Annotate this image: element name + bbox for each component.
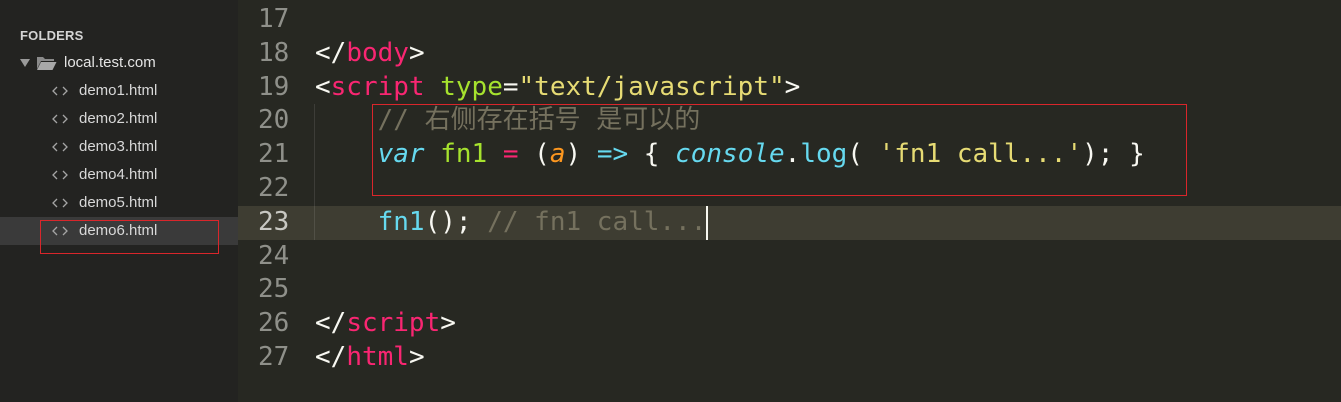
- code-line-25[interactable]: 25: [238, 273, 1341, 307]
- sidebar-folder-row[interactable]: local.test.com: [0, 49, 238, 77]
- code-token: log: [800, 139, 848, 170]
- sidebar-file-demo1-html[interactable]: demo1.html: [0, 77, 238, 105]
- sidebar: FOLDERS local.test.com demo1.html demo2.h…: [0, 0, 238, 402]
- sidebar-file-label: demo6.html: [79, 222, 158, 239]
- code-text[interactable]: var fn1 = (a) => { console.log( 'fn1 cal…: [315, 138, 1145, 172]
- file-code-icon: [52, 86, 68, 96]
- code-token: =: [502, 71, 519, 102]
- sidebar-file-label: demo2.html: [79, 110, 158, 127]
- triangle-down-icon[interactable]: [20, 59, 30, 67]
- sidebar-file-label: demo1.html: [79, 82, 158, 99]
- code-token: // fn1 call...: [487, 206, 707, 237]
- line-number: 27: [258, 341, 290, 372]
- code-line-23[interactable]: 23 fn1(); // fn1 call...: [238, 205, 1341, 240]
- line-number: 17: [258, 4, 290, 34]
- code-token: type: [440, 71, 503, 102]
- code-token: html: [346, 341, 409, 372]
- code-text[interactable]: // 右侧存在括号 是可以的: [315, 104, 701, 138]
- code-line-24[interactable]: 24: [238, 240, 1341, 274]
- sidebar-file-demo5-html[interactable]: demo5.html: [0, 189, 238, 217]
- file-code-icon: [52, 198, 68, 208]
- line-number: 20: [258, 105, 290, 136]
- code-token: >: [408, 37, 425, 68]
- code-line-26[interactable]: 26 </script>: [238, 307, 1341, 341]
- code-line-20[interactable]: 20 // 右侧存在括号 是可以的: [238, 104, 1341, 138]
- code-token: var: [377, 139, 425, 170]
- code-token: console: [675, 139, 785, 170]
- code-token: >: [408, 341, 425, 372]
- sidebar-file-label: demo3.html: [79, 138, 158, 155]
- code-line-21[interactable]: 21 var fn1 = (a) => { console.log( 'fn1 …: [238, 138, 1341, 172]
- code-token: .: [784, 139, 801, 170]
- line-number: 18: [258, 37, 290, 68]
- code-line-22[interactable]: 22: [238, 172, 1341, 206]
- code-text[interactable]: </html>: [315, 341, 425, 375]
- line-number: 21: [258, 139, 290, 170]
- sidebar-file-label: demo5.html: [79, 194, 158, 211]
- code-line-17[interactable]: 17: [238, 3, 1341, 37]
- line-number: 19: [258, 71, 290, 102]
- indent-guide: [314, 104, 315, 240]
- code-token: {: [628, 139, 676, 170]
- code-token: // 右侧存在括号 是可以的: [377, 105, 701, 136]
- code-token: fn1: [377, 206, 425, 237]
- sidebar-file-demo6-html[interactable]: demo6.html: [0, 217, 238, 245]
- code-token: =: [502, 139, 519, 170]
- code-token: </: [315, 308, 347, 339]
- sidebar-file-demo2-html[interactable]: demo2.html: [0, 105, 238, 133]
- code-token: 'fn1 call...': [878, 139, 1083, 170]
- sidebar-file-demo4-html[interactable]: demo4.html: [0, 161, 238, 189]
- code-text[interactable]: <script type="text/javascript">: [315, 71, 800, 105]
- file-code-icon: [52, 142, 68, 152]
- code-lines: 17 18 </body> 19 <script type="text/javascri…: [238, 3, 1341, 375]
- file-code-icon: [52, 170, 68, 180]
- code-token: >: [440, 308, 456, 339]
- code-token: fn1: [440, 139, 488, 170]
- file-code-icon: [52, 114, 68, 124]
- code-token: (: [518, 139, 550, 170]
- sidebar-file-demo3-html[interactable]: demo3.html: [0, 133, 238, 161]
- sidebar-header: FOLDERS: [20, 28, 84, 43]
- code-token: a: [549, 139, 566, 170]
- code-token: <: [315, 71, 331, 102]
- line-number: 25: [258, 274, 290, 305]
- code-token: "text/javascript": [518, 71, 785, 102]
- code-token: ); }: [1082, 139, 1145, 170]
- folder-open-icon: [37, 57, 57, 70]
- sidebar-folder-label: local.test.com: [64, 54, 156, 71]
- line-number: 26: [258, 308, 290, 339]
- code-token: ();: [424, 206, 472, 237]
- line-number: 23: [258, 206, 290, 237]
- code-text[interactable]: </body>: [315, 37, 425, 71]
- code-token: script: [330, 71, 425, 102]
- code-text[interactable]: fn1(); // fn1 call...: [315, 205, 709, 240]
- code-text[interactable]: </script>: [315, 307, 456, 341]
- line-number: 22: [258, 172, 290, 203]
- code-token: ): [565, 139, 597, 170]
- code-editor[interactable]: 17 18 </body> 19 <script type="text/javascri…: [238, 0, 1341, 402]
- sidebar-file-label: demo4.html: [79, 166, 158, 183]
- code-token: (: [847, 139, 879, 170]
- code-token: script: [346, 308, 441, 339]
- code-token: body: [346, 37, 409, 68]
- sidebar-file-list: demo1.html demo2.html demo3.html demo4.html…: [0, 77, 238, 245]
- text-cursor: [706, 205, 709, 240]
- code-token: >: [784, 71, 801, 102]
- code-line-27[interactable]: 27 </html>: [238, 341, 1341, 375]
- code-line-19[interactable]: 19 <script type="text/javascript">: [238, 71, 1341, 105]
- code-token: </: [315, 37, 347, 68]
- code-token: </: [315, 341, 347, 372]
- code-line-18[interactable]: 18 </body>: [238, 37, 1341, 71]
- file-code-icon: [52, 226, 68, 236]
- line-number: 24: [258, 240, 290, 271]
- code-token: =>: [596, 139, 629, 170]
